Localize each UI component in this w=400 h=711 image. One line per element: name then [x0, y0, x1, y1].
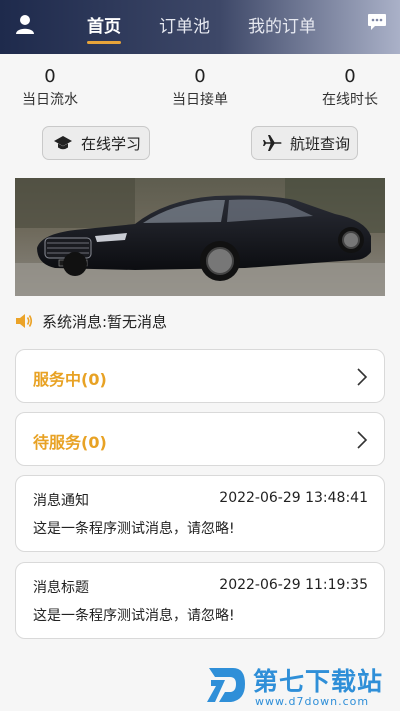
d7-logo-icon: [207, 668, 245, 702]
tab-order-pool-label: 订单池: [159, 17, 210, 37]
active-tab-indicator: [87, 41, 121, 44]
flight-query-button[interactable]: 航班查询: [251, 126, 358, 160]
banner-image[interactable]: E Class L: [15, 178, 385, 296]
stat-label: 当日接单: [172, 92, 228, 108]
speaker-icon: [16, 314, 33, 328]
notice-text: 系统消息:暂无消息: [42, 312, 168, 331]
flight-query-label: 航班查询: [290, 134, 351, 153]
message-body: 这是一条程序测试消息，请忽略!: [33, 608, 235, 624]
stat-value: 0: [194, 66, 206, 87]
pending-service-label: 待服务(0): [33, 433, 107, 452]
user-icon[interactable]: [14, 13, 36, 35]
watermark: 第七下载站 www.d7down.com: [205, 660, 395, 710]
online-learning-button[interactable]: 在线学习: [42, 126, 150, 160]
stat-label: 在线时长: [322, 92, 378, 108]
stat-online-time: 0 在线时长: [300, 66, 400, 110]
car-photo: E Class L: [15, 178, 385, 296]
top-bar: 首页 订单池 我的订单: [0, 0, 400, 54]
message-title: 消息标题: [33, 580, 89, 596]
tab-home[interactable]: 首页: [87, 12, 121, 44]
watermark-name: 第七下载站: [253, 667, 384, 696]
stat-daily-orders: 0 当日接单: [150, 66, 250, 110]
watermark-url: www.d7down.com: [255, 695, 370, 708]
message-body: 这是一条程序测试消息，请忽略!: [33, 521, 235, 537]
message-card[interactable]: 消息标题 2022-06-29 11:19:35 这是一条程序测试消息，请忽略!: [15, 562, 385, 639]
message-title: 消息通知: [33, 493, 89, 509]
tab-my-orders[interactable]: 我的订单: [248, 12, 316, 37]
stat-daily-revenue: 0 当日流水: [0, 66, 100, 110]
tab-order-pool[interactable]: 订单池: [159, 12, 210, 37]
chevron-right-icon: [357, 431, 368, 449]
message-card[interactable]: 消息通知 2022-06-29 13:48:41 这是一条程序测试消息，请忽略!: [15, 475, 385, 552]
stat-value: 0: [44, 66, 56, 87]
in-service-label: 服务中(0): [33, 370, 107, 389]
tab-my-orders-label: 我的订单: [248, 17, 316, 37]
message-time: 2022-06-29 13:48:41: [219, 490, 368, 506]
online-learning-label: 在线学习: [81, 134, 142, 153]
message-time: 2022-06-29 11:19:35: [219, 577, 368, 593]
pending-service-card[interactable]: 待服务(0): [15, 412, 385, 466]
in-service-card[interactable]: 服务中(0): [15, 349, 385, 403]
graduation-cap-icon: [54, 136, 72, 150]
stats-row: 0 当日流水 0 当日接单 0 在线时长: [0, 66, 400, 116]
chevron-right-icon: [357, 368, 368, 386]
stat-value: 0: [344, 66, 356, 87]
airplane-icon: [263, 135, 282, 151]
stat-label: 当日流水: [22, 92, 78, 108]
message-icon[interactable]: [367, 13, 387, 31]
system-notice: 系统消息:暂无消息: [15, 310, 167, 332]
tab-home-label: 首页: [87, 17, 121, 37]
